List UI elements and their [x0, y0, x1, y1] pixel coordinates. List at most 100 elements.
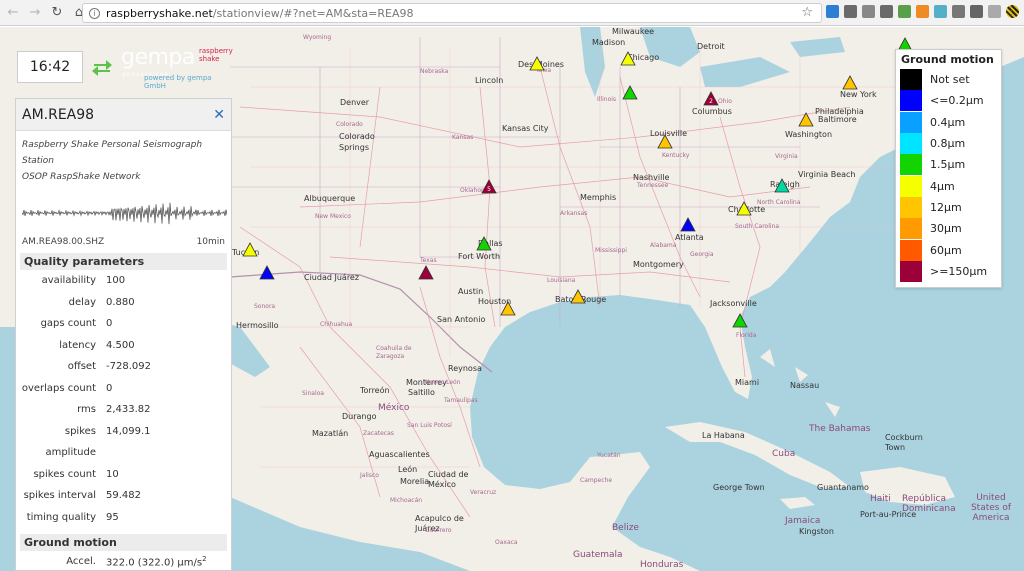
quality-row: offset -728.092: [16, 356, 231, 378]
clock: 16:42: [17, 51, 83, 83]
quality-heading: Quality parameters: [20, 253, 227, 270]
waveform-plot[interactable]: [22, 191, 227, 235]
station-marker-sta-12[interactable]: [620, 51, 636, 66]
brand-line-2: shake: [199, 55, 220, 63]
legend-swatch: [900, 260, 922, 282]
swap-arrows-icon: [92, 60, 112, 76]
station-marker-sta-5[interactable]: [259, 265, 275, 280]
extension-icon[interactable]: [934, 5, 947, 18]
eyedropper-icon[interactable]: [844, 5, 857, 18]
url-path: /stationview/#?net=AM&sta=REA98: [212, 6, 414, 20]
station-marker-sta-14[interactable]: [736, 201, 752, 216]
quality-value: 14,099.1: [106, 425, 151, 437]
station-marker-sta-9[interactable]: [732, 313, 748, 328]
reload-icon[interactable]: ↻: [48, 4, 66, 22]
legend-label: 1.5µm: [930, 158, 966, 172]
info-icon[interactable]: i: [89, 7, 100, 19]
legend-swatch: [900, 69, 922, 91]
quality-value: 4.500: [106, 339, 135, 351]
quality-value: 0: [106, 382, 113, 394]
extension-icon[interactable]: [880, 5, 893, 18]
station-marker-sta-6[interactable]: [622, 85, 638, 100]
station-count-label: 2: [709, 98, 713, 105]
quality-value: 95: [106, 511, 119, 523]
close-icon[interactable]: ✕: [213, 107, 225, 123]
ground-motion-value: 322.0 (322.0) µm/s2: [106, 555, 207, 568]
forward-arrow-icon[interactable]: →: [26, 4, 44, 22]
brand-line-1: raspberry: [199, 47, 233, 55]
quality-key: spikes interval: [23, 490, 96, 502]
gempa-logo: gempa geoservices raspberry shake powere…: [86, 45, 234, 90]
station-marker-sta-16[interactable]: [798, 112, 814, 127]
station-marker-sta-10[interactable]: [774, 178, 790, 193]
ground-motion-heading: Ground motion: [20, 534, 227, 551]
channel-code: AM.REA98.00.SHZ: [22, 237, 105, 247]
quality-row: timing quality 95: [16, 507, 231, 529]
quality-row: spikes count 10: [16, 464, 231, 486]
quality-key: availability: [41, 275, 96, 287]
quality-row: gaps count 0: [16, 313, 231, 335]
quality-key: spikes: [64, 425, 96, 437]
time-window: 10min: [196, 237, 225, 247]
ground-motion-legend: Ground motion Not set <=0.2µm 0.4µm 0.8µm 1.…: [895, 49, 1002, 288]
legend-list: Not set <=0.2µm 0.4µm 0.8µm 1.5µm 4µm 12µm 30µm…: [896, 69, 1001, 282]
back-arrow-icon[interactable]: ←: [4, 4, 22, 22]
station-marker-sta-11[interactable]: [529, 56, 545, 71]
quality-key: gaps count: [40, 318, 96, 330]
station-marker-sta-17[interactable]: [657, 134, 673, 149]
extension-icon[interactable]: [916, 5, 929, 18]
extension-icon[interactable]: [988, 5, 1001, 18]
legend-label: 0.8µm: [930, 137, 966, 151]
legend-label: 12µm: [930, 200, 962, 214]
station-panel-header: AM.REA98 ✕: [16, 99, 231, 131]
quality-row: latency 4.500: [16, 335, 231, 357]
quality-key: delay: [68, 296, 96, 308]
address-bar[interactable]: i raspberryshake.net/stationview/#?net=A…: [82, 3, 822, 23]
legend-row: 1.5µm: [896, 154, 1001, 176]
station-marker-sta-15[interactable]: [842, 75, 858, 90]
legend-row: Not set: [896, 69, 1001, 91]
quality-key: overlaps count: [21, 382, 96, 394]
bookmark-star-icon[interactable]: ☆: [801, 5, 813, 20]
legend-label: <=0.2µm: [930, 94, 984, 108]
legend-label: Not set: [930, 73, 970, 87]
station-marker-sta-7[interactable]: [476, 236, 492, 251]
station-marker-sta-3[interactable]: [418, 265, 434, 280]
legend-label: 60µm: [930, 243, 962, 257]
station-description-line: Raspberry Shake Personal Seismograph Sta…: [22, 140, 203, 166]
station-marker-sta-13[interactable]: [242, 242, 258, 257]
legend-label: 0.4µm: [930, 115, 966, 129]
quality-value: 0.880: [106, 296, 135, 308]
quality-key: amplitude: [45, 447, 96, 459]
extension-icon[interactable]: [898, 5, 911, 18]
quality-row: rms 2,433.82: [16, 399, 231, 421]
station-marker-sta-18[interactable]: [570, 289, 586, 304]
legend-label: >=150µm: [930, 264, 988, 278]
waveform-trace: [22, 202, 227, 225]
quality-row: amplitude: [16, 442, 231, 464]
station-panel: AM.REA98 ✕ Raspberry Shake Personal Seis…: [15, 98, 232, 571]
extension-icon[interactable]: [862, 5, 875, 18]
quality-key: rms: [77, 404, 96, 416]
station-marker-sta-4[interactable]: [680, 217, 696, 232]
cast-icon[interactable]: [970, 5, 983, 18]
extension-icon[interactable]: [826, 5, 839, 18]
waveform-meta: AM.REA98.00.SHZ 10min: [16, 237, 231, 247]
legend-swatch: [900, 154, 922, 176]
quality-value: -728.092: [106, 361, 151, 373]
quality-value: 59.482: [106, 490, 141, 502]
legend-row: <=0.2µm: [896, 90, 1001, 112]
browser-menu-icon[interactable]: ⋮: [1005, 4, 1018, 19]
quality-value: 0: [106, 318, 113, 330]
quality-row: availability 100: [16, 270, 231, 292]
station-marker-sta-19[interactable]: [500, 301, 516, 316]
station-network-line: OSOP RaspShake Network: [22, 172, 141, 182]
quality-list: availability 100 delay 0.880 gaps count 0 l…: [16, 270, 231, 528]
quality-value: 2,433.82: [106, 404, 151, 416]
quality-key: spikes count: [33, 468, 96, 480]
extension-icon[interactable]: [952, 5, 965, 18]
url-host: raspberryshake.net: [106, 6, 213, 20]
station-description: Raspberry Shake Personal Seismograph Sta…: [16, 131, 231, 185]
legend-title: Ground motion: [901, 53, 994, 66]
legend-row: 0.8µm: [896, 133, 1001, 155]
